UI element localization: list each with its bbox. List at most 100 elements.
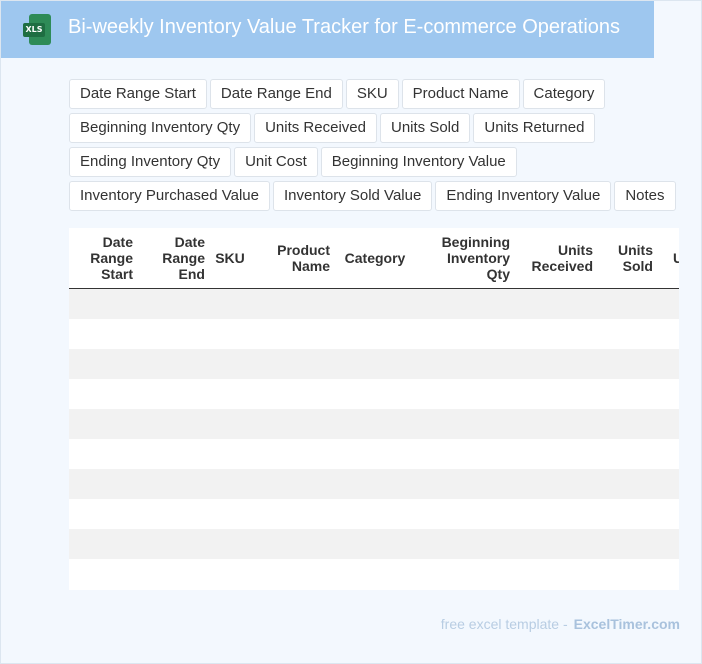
table-cell[interactable] xyxy=(659,499,679,529)
table-cell[interactable] xyxy=(69,319,139,349)
table-cell[interactable] xyxy=(516,349,599,379)
table-cell[interactable] xyxy=(336,288,416,319)
table-cell[interactable] xyxy=(211,288,251,319)
table-cell[interactable] xyxy=(516,529,599,559)
table-cell[interactable] xyxy=(599,499,659,529)
field-chip: Inventory Purchased Value xyxy=(69,181,270,211)
table-cell[interactable] xyxy=(659,349,679,379)
table-cell[interactable] xyxy=(139,288,211,319)
column-header: Units Returned xyxy=(659,228,679,289)
table-cell[interactable] xyxy=(659,529,679,559)
table-cell[interactable] xyxy=(69,559,139,589)
table-cell[interactable] xyxy=(211,409,251,439)
table-cell[interactable] xyxy=(251,529,336,559)
table-cell[interactable] xyxy=(69,499,139,529)
table-cell[interactable] xyxy=(516,409,599,439)
table-cell[interactable] xyxy=(139,439,211,469)
table-cell[interactable] xyxy=(599,559,659,589)
table-cell[interactable] xyxy=(139,379,211,409)
table-cell[interactable] xyxy=(211,379,251,409)
table-cell[interactable] xyxy=(139,319,211,349)
table-cell[interactable] xyxy=(139,529,211,559)
table-cell[interactable] xyxy=(251,379,336,409)
table-cell[interactable] xyxy=(139,469,211,499)
table-cell[interactable] xyxy=(139,499,211,529)
table-cell[interactable] xyxy=(659,439,679,469)
table-cell[interactable] xyxy=(211,439,251,469)
table-cell[interactable] xyxy=(416,288,516,319)
table-body xyxy=(69,288,679,589)
table-cell[interactable] xyxy=(336,319,416,349)
table-cell[interactable] xyxy=(211,469,251,499)
table-cell[interactable] xyxy=(69,409,139,439)
table-cell[interactable] xyxy=(211,349,251,379)
table-cell[interactable] xyxy=(516,469,599,499)
table-cell[interactable] xyxy=(139,349,211,379)
table-cell[interactable] xyxy=(336,409,416,439)
table-cell[interactable] xyxy=(251,319,336,349)
table-cell[interactable] xyxy=(516,288,599,319)
table-cell[interactable] xyxy=(599,288,659,319)
table-cell[interactable] xyxy=(659,559,679,589)
table-cell[interactable] xyxy=(659,409,679,439)
table-cell[interactable] xyxy=(211,529,251,559)
table-cell[interactable] xyxy=(336,529,416,559)
table-cell[interactable] xyxy=(599,319,659,349)
table-cell[interactable] xyxy=(599,469,659,499)
table-cell[interactable] xyxy=(336,559,416,589)
table-cell[interactable] xyxy=(69,439,139,469)
table-cell[interactable] xyxy=(251,288,336,319)
footer-brand-link[interactable]: ExcelTimer.com xyxy=(574,616,680,632)
table-cell[interactable] xyxy=(416,409,516,439)
table-cell[interactable] xyxy=(416,349,516,379)
field-chip: Beginning Inventory Qty xyxy=(69,113,252,143)
table-cell[interactable] xyxy=(599,379,659,409)
table-cell[interactable] xyxy=(69,529,139,559)
table-cell[interactable] xyxy=(211,499,251,529)
table-cell[interactable] xyxy=(336,349,416,379)
table-cell[interactable] xyxy=(251,409,336,439)
column-header: Category xyxy=(336,228,416,289)
table-cell[interactable] xyxy=(516,559,599,589)
page-title: Bi-weekly Inventory Value Tracker for E-… xyxy=(68,16,621,38)
table-cell[interactable] xyxy=(659,288,679,319)
table-cell[interactable] xyxy=(659,469,679,499)
table-cell[interactable] xyxy=(659,379,679,409)
table-cell[interactable] xyxy=(416,379,516,409)
table-cell[interactable] xyxy=(416,319,516,349)
table-cell[interactable] xyxy=(516,379,599,409)
table-cell[interactable] xyxy=(69,469,139,499)
table-cell[interactable] xyxy=(516,319,599,349)
table-cell[interactable] xyxy=(336,439,416,469)
table-cell[interactable] xyxy=(251,559,336,589)
table-cell[interactable] xyxy=(599,439,659,469)
table-cell[interactable] xyxy=(69,349,139,379)
table-cell[interactable] xyxy=(251,349,336,379)
table-cell[interactable] xyxy=(336,379,416,409)
table-cell[interactable] xyxy=(139,559,211,589)
table-cell[interactable] xyxy=(659,319,679,349)
table-cell[interactable] xyxy=(211,319,251,349)
table-cell[interactable] xyxy=(139,409,211,439)
table-cell[interactable] xyxy=(599,529,659,559)
table-cell[interactable] xyxy=(69,379,139,409)
table-cell[interactable] xyxy=(416,439,516,469)
table-cell[interactable] xyxy=(211,559,251,589)
table-cell[interactable] xyxy=(69,288,139,319)
table-cell[interactable] xyxy=(516,439,599,469)
table-cell[interactable] xyxy=(251,499,336,529)
table-cell[interactable] xyxy=(599,349,659,379)
table-cell[interactable] xyxy=(599,409,659,439)
table-cell[interactable] xyxy=(516,499,599,529)
table-cell[interactable] xyxy=(416,469,516,499)
column-header: Units Received xyxy=(516,228,599,289)
table-cell[interactable] xyxy=(416,499,516,529)
column-header: Units Sold xyxy=(599,228,659,289)
table-cell[interactable] xyxy=(416,529,516,559)
table-cell[interactable] xyxy=(416,559,516,589)
table-cell[interactable] xyxy=(251,469,336,499)
table-cell[interactable] xyxy=(251,439,336,469)
field-chip: Date Range End xyxy=(209,79,343,109)
table-cell[interactable] xyxy=(336,469,416,499)
table-cell[interactable] xyxy=(336,499,416,529)
